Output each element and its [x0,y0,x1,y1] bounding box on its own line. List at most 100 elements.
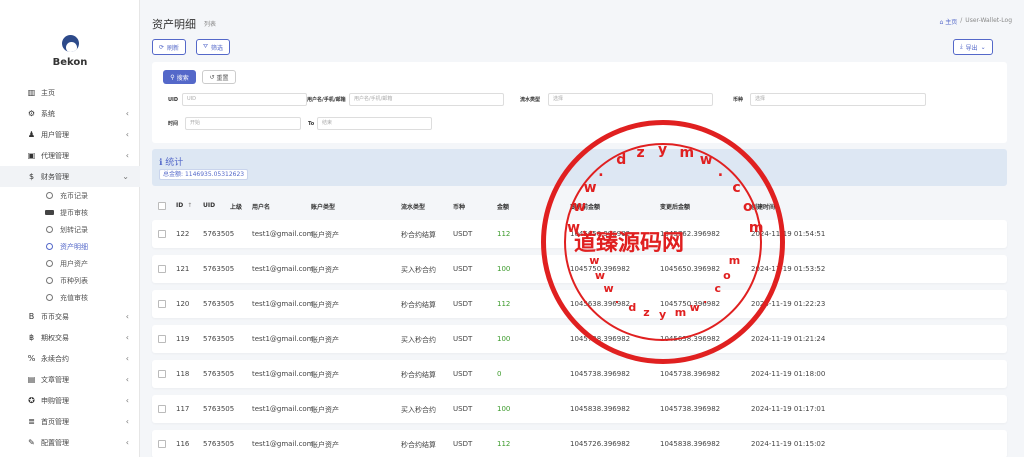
select-all-checkbox[interactable] [158,202,166,210]
column-header-coin: 币种 [453,204,466,211]
row-checkbox[interactable] [158,440,166,448]
reset-button[interactable]: ↺ 重置 [202,70,236,84]
coin-label: 币种 [733,97,744,103]
coin-filter: 币种 选择 [733,93,933,106]
total-amount-badge: 总金额: 1146935.05312623 [159,169,249,180]
cell-uid: 5763505 [203,300,235,308]
flow-type-filter: 流水类型 选择 [520,93,720,106]
sidebar-item-4[interactable]: $ 财务管理 ⌄ [0,166,140,187]
sidebar-item-after-0[interactable]: B 币币交易 ‹ [0,306,140,327]
sidebar-subitem-5[interactable]: 币种列表 [0,272,140,289]
refresh-icon: ⟳ [159,43,165,51]
credit-card-icon [45,210,54,215]
time-to-input[interactable]: 结束 [317,117,432,130]
time-from-input[interactable]: 开始 [185,117,301,130]
search-button[interactable]: ⚲ 搜索 [163,70,196,84]
uid-input[interactable]: UID [182,93,307,106]
cell-after: 1045738.396982 [660,405,721,413]
circle-icon [46,243,53,250]
sidebar-item-after-6[interactable]: ✎ 配置管理 ‹ [0,432,140,453]
cell-id: 118 [176,370,190,378]
sidebar-item-after-1[interactable]: ฿ 期权交易 ‹ [0,327,140,348]
row-checkbox[interactable] [158,405,166,413]
cell-time: 2024-11-19 01:15:02 [751,440,826,448]
sidebar-subitem-3[interactable]: 资产明细 [0,238,140,255]
circle-icon [46,294,53,301]
sidebar-item-0[interactable]: ▥ 主页 [0,82,140,103]
sidebar-item-after-2[interactable]: % 永续合约 ‹ [0,348,140,369]
circle-icon [46,260,53,267]
cell-amount: 112 [497,440,511,448]
cell-after: 1045750.396982 [660,300,721,308]
cell-user: test1@gmail.com [252,370,314,378]
sidebar-item-2[interactable]: ♟ 用户管理 ‹ [0,124,140,145]
refresh-button[interactable]: ⟳ 刷新 [152,39,187,55]
export-button[interactable]: ⤓ 导出 ⌄ [953,39,993,55]
sidebar-subitem-0[interactable]: 充币记录 [0,187,140,204]
brand-logo[interactable]: Bekon [50,30,90,68]
cell-after: 1045838.396982 [660,440,721,448]
cell-time: 2024-11-19 01:53:52 [751,265,826,273]
sidebar-item-3[interactable]: ▣ 代理管理 ‹ [0,145,140,166]
sidebar-item-after-5[interactable]: ≣ 首页管理 ‹ [0,411,140,432]
cell-flow: 买入秒合约 [401,406,436,414]
row-checkbox[interactable] [158,230,166,238]
table-header: ID ↑ UID 上级 用户名 账户类型 流水类型 币种 金额 变更前金额 变更后金额 创建时间 [152,192,1007,219]
cell-after: 1045650.396982 [660,265,721,273]
cell-id: 121 [176,265,190,273]
dollar-icon: $ [28,172,35,181]
search-icon: ⚲ [170,73,175,81]
cell-coin: USDT [453,440,473,448]
cell-flow: 秒合约结算 [401,231,436,239]
cell-flow: 秒合约结算 [401,301,436,309]
filter-button[interactable]: ⛛ 筛选 [196,39,231,55]
table-row: 120 5763505 test1@gmail.com 账户资产 秒合约结算 USDT 11… [152,290,1007,318]
sidebar-item-label: 申购管理 [41,396,69,405]
row-checkbox[interactable] [158,335,166,343]
page-title: 资产明细 [152,18,196,31]
brand-name: Bekon [52,57,88,68]
reset-label: 重置 [216,74,229,82]
chevron-icon: ‹ [125,333,129,342]
breadcrumb: ⌂ 主页 / User-Wallet-Log [940,17,1012,26]
cell-coin: USDT [453,405,473,413]
total-label: 总金额: [163,171,184,178]
cell-coin: USDT [453,230,473,238]
cell-account: 账户资产 [311,441,339,449]
sidebar-item-after-4[interactable]: ✪ 申购管理 ‹ [0,390,140,411]
user-input[interactable]: 用户名/手机/邮箱 [349,93,504,106]
cell-coin: USDT [453,300,473,308]
sidebar-subitem-1[interactable]: 提币审核 [0,204,140,221]
cell-uid: 5763505 [203,335,235,343]
row-checkbox[interactable] [158,300,166,308]
sidebar-item-label: 永续合约 [41,354,69,363]
cell-account: 账户资产 [311,406,339,414]
cell-before: 1045738.396982 [570,370,631,378]
column-header-id[interactable]: ID ↑ [176,202,192,209]
reset-icon: ↺ [209,73,215,81]
row-checkbox[interactable] [158,265,166,273]
coin-select[interactable]: 选择 [750,93,926,106]
newspaper-icon: ▤ [27,375,36,384]
row-checkbox[interactable] [158,370,166,378]
cell-user: test1@gmail.com [252,405,314,413]
user-label: 用户名/手机/邮箱 [307,97,346,103]
sidebar-item-after-3[interactable]: ▤ 文章管理 ‹ [0,369,140,390]
sidebar-item-label: 财务管理 [41,172,69,181]
column-header-after: 变更后金额 [660,204,691,211]
breadcrumb-home[interactable]: ⌂ 主页 [940,17,958,26]
sidebar-subitem-4[interactable]: 用户资产 [0,255,140,272]
chevron-icon: ‹ [125,438,129,447]
cell-time: 2024-11-19 01:21:24 [751,335,826,343]
sort-arrow-icon[interactable]: ↑ [187,202,192,209]
chevron-icon: ‹ [125,151,129,160]
flow-type-select[interactable]: 选择 [548,93,713,106]
sidebar-item-1[interactable]: ⚙ 系统 ‹ [0,103,140,124]
sidebar-subitem-6[interactable]: 充值审核 [0,289,140,306]
sidebar: Bekon ▥ 主页 ⚙ 系统 ‹ ♟ 用户管理 ‹ ▣ 代理管理 ‹ $ 财务管理 ⌄ 充币记录 提币审核划… [0,0,140,457]
sidebar-subitem-label: 币种列表 [60,276,88,285]
table-row: 118 5763505 test1@gmail.com 账户资产 秒合约结算 USDT 0 1… [152,360,1007,388]
sidebar-subitem-2[interactable]: 划转记录 [0,221,140,238]
table-row: 121 5763505 test1@gmail.com 账户资产 买入秒合约 USDT 10… [152,255,1007,283]
cell-after: 1045762.396982 [660,230,721,238]
